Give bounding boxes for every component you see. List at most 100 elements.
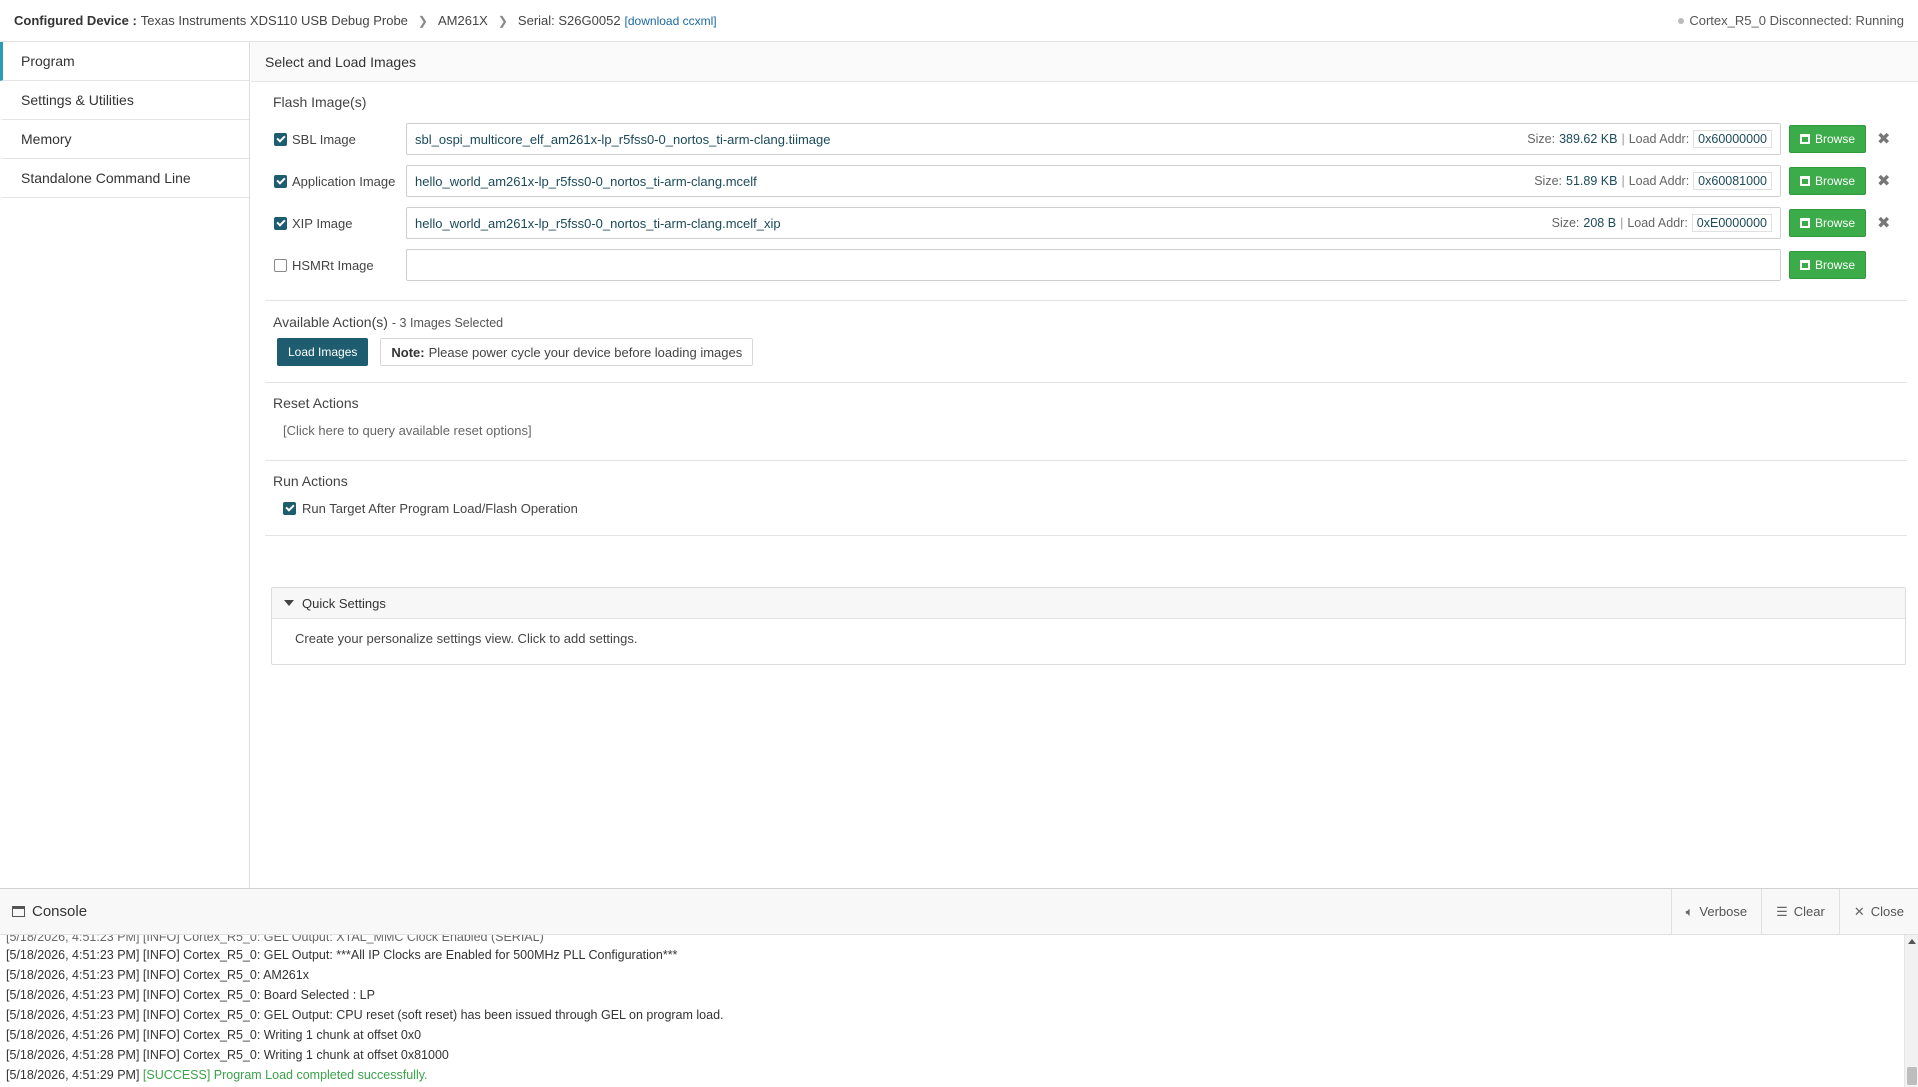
load-addr-label: Load Addr: [1628, 132, 1690, 146]
image-label: Application Image [292, 173, 396, 189]
image-size: 51.89 KB [1566, 174, 1618, 188]
hsmrt-browse-button[interactable]: Browse [1789, 251, 1866, 279]
images-selected-count: - 3 Images Selected [391, 316, 504, 330]
clear-button[interactable]: ☰ Clear [1761, 888, 1839, 935]
divider [265, 460, 1907, 461]
image-row-xip: XIP Image hello_world_am261x-lp_r5fss0-0… [251, 206, 1918, 240]
sbl-image-field[interactable]: sbl_ospi_multicore_elf_am261x-lp_r5fss0-… [406, 123, 1781, 155]
log-line: [5/18/2026, 4:51:23 PM] [INFO] Cortex_R5… [6, 935, 544, 944]
reset-actions-title: Reset Actions [273, 395, 359, 411]
image-size: 389.62 KB [1559, 132, 1618, 146]
core-status-text: Cortex_R5_0 Disconnected: Running [1689, 13, 1904, 28]
console-log[interactable]: [5/18/2026, 4:51:23 PM] [INFO] Cortex_R5… [0, 935, 1918, 1087]
close-button[interactable]: ✕ Close [1838, 888, 1918, 935]
xip-browse-button[interactable]: Browse [1789, 209, 1866, 237]
image-size: 208 B [1583, 216, 1617, 230]
folder-icon [1799, 218, 1810, 228]
load-addr-value: 0x60081000 [1693, 172, 1772, 190]
image-file-name: hello_world_am261x-lp_r5fss0-0_nortos_ti… [415, 215, 781, 231]
load-addr-value: 0x60000000 [1693, 130, 1772, 148]
quick-settings-panel: Quick Settings Create your personalize s… [271, 587, 1906, 665]
available-actions-title: Available Action(s) [273, 314, 388, 330]
application-image-checkbox[interactable] [274, 174, 287, 188]
log-line: [5/18/2026, 4:51:23 PM] [INFO] Cortex_R5… [6, 968, 309, 982]
sidebar-item-label: Settings & Utilities [21, 92, 134, 108]
configured-device-label: Configured Device : [14, 13, 137, 28]
browse-label: Browse [1814, 216, 1855, 230]
success-message: [SUCCESS] Program Load completed success… [142, 1068, 428, 1082]
divider [265, 535, 1907, 536]
probe-name: Texas Instruments XDS110 USB Debug Probe [140, 13, 408, 28]
sbl-remove-icon[interactable]: ✖ [1877, 129, 1890, 149]
hsmrt-image-checkbox[interactable] [274, 258, 287, 272]
query-reset-options-link[interactable]: [Click here to query available reset opt… [283, 423, 532, 438]
run-target-checkbox[interactable] [283, 502, 296, 515]
download-ccxml-link[interactable]: [download ccxml] [625, 14, 717, 28]
close-label: Close [1870, 904, 1904, 919]
run-target-label: Run Target After Program Load/Flash Oper… [302, 501, 578, 516]
console-header: Console 🔈︎ Verbose ☰ Clear ✕ Close [0, 888, 1918, 935]
quick-settings-body[interactable]: Create your personalize settings view. C… [272, 619, 1905, 646]
xip-image-field[interactable]: hello_world_am261x-lp_r5fss0-0_nortos_ti… [406, 207, 1781, 239]
image-meta: Size: 389.62 KB | Load Addr: 0x60000000 [1527, 130, 1772, 148]
sidebar-item-memory[interactable]: Memory [0, 120, 249, 159]
image-label: XIP Image [292, 215, 353, 231]
scroll-thumb[interactable] [1907, 1067, 1917, 1085]
image-row-sbl: SBL Image sbl_ospi_multicore_elf_am261x-… [251, 122, 1918, 156]
console-title-text: Console [32, 903, 88, 920]
console-title: Console [0, 903, 87, 920]
log-line-success: [5/18/2026, 4:51:29 PM] [SUCCESS] Progra… [6, 1065, 1918, 1085]
run-target-option[interactable]: Run Target After Program Load/Flash Oper… [283, 501, 578, 516]
serial-number: Serial: S26G0052 [517, 13, 621, 28]
sidebar-item-label: Program [21, 53, 75, 69]
application-remove-icon[interactable]: ✖ [1877, 171, 1890, 191]
log-line: [5/18/2026, 4:51:28 PM] [INFO] Cortex_R5… [6, 1048, 449, 1062]
clear-lines-icon: ☰ [1776, 903, 1788, 919]
application-browse-button[interactable]: Browse [1789, 167, 1866, 195]
image-file-name: sbl_ospi_multicore_elf_am261x-lp_r5fss0-… [415, 131, 831, 147]
log-line: [5/18/2026, 4:51:23 PM] [INFO] Cortex_R5… [6, 948, 678, 962]
browse-label: Browse [1814, 258, 1855, 272]
page-title: Select and Load Images [251, 42, 1918, 82]
log-line: [5/18/2026, 4:51:23 PM] [INFO] Cortex_R5… [6, 1008, 724, 1022]
clear-label: Clear [1793, 904, 1825, 919]
chevron-right-icon: ❯ [417, 13, 428, 28]
sbl-browse-button[interactable]: Browse [1789, 125, 1866, 153]
note-label: Note: [391, 344, 425, 360]
window-icon [12, 906, 25, 917]
verbose-label: Verbose [1699, 904, 1748, 919]
scroll-up-icon[interactable] [1908, 939, 1916, 944]
sidebar-item-program[interactable]: Program [0, 42, 249, 81]
xip-remove-icon[interactable]: ✖ [1877, 213, 1890, 233]
breadcrumb: Configured Device : Texas Instruments XD… [14, 13, 717, 28]
browse-label: Browse [1814, 174, 1855, 188]
verbose-button[interactable]: 🔈︎ Verbose [1670, 888, 1762, 935]
load-addr-label: Load Addr: [1628, 174, 1690, 188]
xip-image-checkbox[interactable] [274, 216, 287, 230]
divider [265, 382, 1907, 383]
load-addr-label: Load Addr: [1627, 216, 1688, 230]
caret-down-icon [284, 600, 294, 606]
console-actions: 🔈︎ Verbose ☰ Clear ✕ Close [1670, 888, 1918, 935]
sbl-image-checkbox[interactable] [274, 132, 287, 146]
sidebar-item-standalone-command-line[interactable]: Standalone Command Line [0, 159, 249, 198]
sidebar-item-settings-utilities[interactable]: Settings & Utilities [0, 81, 249, 120]
top-bar: Configured Device : Texas Instruments XD… [0, 0, 1918, 42]
image-row-application: Application Image hello_world_am261x-lp_… [251, 164, 1918, 198]
console-scrollbar[interactable] [1904, 935, 1918, 1087]
divider [265, 300, 1907, 301]
image-row-hsmrt: HSMRt Image Browse [251, 248, 1918, 282]
size-label: Size: [1527, 132, 1556, 146]
sidebar: Program Settings & Utilities Memory Stan… [0, 42, 250, 888]
hsmrt-image-field[interactable] [406, 249, 1781, 281]
application-image-field[interactable]: hello_world_am261x-lp_r5fss0-0_nortos_ti… [406, 165, 1781, 197]
status-dot-icon [1678, 17, 1685, 24]
speaker-icon: 🔈︎ [1685, 903, 1694, 919]
image-label: SBL Image [292, 131, 356, 147]
flash-images-title: Flash Image(s) [273, 94, 367, 110]
image-label: HSMRt Image [292, 257, 374, 273]
folder-icon [1799, 134, 1810, 144]
quick-settings-header[interactable]: Quick Settings [272, 588, 1905, 619]
load-images-button[interactable]: Load Images [277, 338, 369, 366]
size-label: Size: [1551, 216, 1580, 230]
